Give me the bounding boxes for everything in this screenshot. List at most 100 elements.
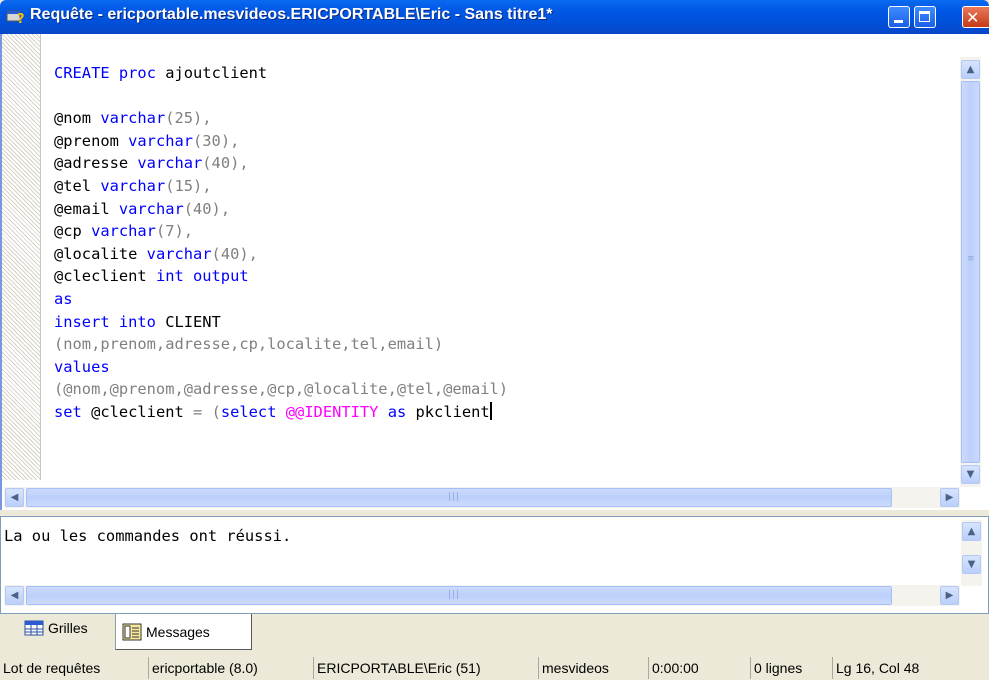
code-line: insert into CLIENT [54,313,221,331]
sql-code[interactable]: CREATE proc ajoutclient @nom varchar(25)… [54,62,508,424]
code-token: varchar [118,199,184,218]
editor-gutter [2,34,41,480]
editor-vertical-scrollbar[interactable]: ▲ ≡ ▼ [960,57,981,487]
code-line: values [54,358,110,376]
tab-grilles[interactable]: Grilles [24,616,88,640]
code-token: varchar [128,131,194,150]
status-query-batch: Lot de requêtes [3,660,101,676]
tab-messages-label: Messages [146,623,210,640]
code-line: @email varchar(40), [54,200,230,218]
status-cursor-position: Lg 16, Col 48 [832,657,989,679]
grip-icon: ≡ [967,254,976,264]
code-token: CLIENT [155,312,221,331]
code-token: @@IDENTITY [285,402,379,421]
query-editor[interactable]: CREATE proc ajoutclient @nom varchar(25)… [0,34,989,510]
code-token: @nom [54,109,101,128]
code-token: values [54,357,110,376]
code-token: set [54,402,82,421]
code-line: set @cleclient = (select @@IDENTITY as p… [54,401,492,421]
code-token: @localite [54,244,147,263]
minimize-icon [894,20,903,23]
code-line: @tel varchar(15), [54,177,212,195]
code-line: as [54,290,73,308]
code-token: @cp [54,222,92,241]
scroll-left-button[interactable]: ◀ [5,586,24,605]
code-token: @tel [54,176,101,195]
status-database: mesvideos [538,657,646,679]
code-token: (@nom,@prenom,@adresse,@cp,@localite,@te… [54,380,509,399]
code-token: (7), [155,222,194,241]
status-user: ERICPORTABLE\Eric (51) [313,657,535,679]
code-line: (nom,prenom,adresse,cp,localite,tel,emai… [54,335,443,353]
horizontal-scroll-thumb[interactable]: ||| [26,488,892,507]
scroll-right-button[interactable]: ▶ [940,488,959,507]
code-token: varchar [100,109,166,128]
chevron-right-icon: ▶ [945,492,954,503]
scroll-right-button[interactable]: ▶ [940,586,959,605]
vertical-scroll-thumb[interactable]: ≡ [961,81,980,463]
code-token: (30), [193,131,240,150]
code-token: @prenom [54,131,129,150]
scroll-left-button[interactable]: ◀ [5,488,24,507]
code-token: varchar [100,176,166,195]
code-token: select [220,402,277,421]
code-token: CREATE [54,64,110,82]
code-token: (40), [202,154,249,173]
scroll-down-button[interactable]: ▼ [961,465,980,484]
code-token: int output [155,267,249,286]
scroll-up-button[interactable]: ▲ [962,522,981,541]
scroll-down-button[interactable]: ▼ [962,555,981,574]
grip-icon: ||| [448,590,461,600]
code-token: insert into [54,312,156,331]
code-line: @cp varchar(7), [54,222,193,240]
window-title: Requête - ericportable.mesvideos.ERICPOR… [30,6,553,23]
tab-messages[interactable]: Messages [115,614,252,650]
editor-horizontal-scrollbar[interactable]: ◀ ||| ▶ [4,487,960,508]
code-token: @cleclient [81,402,194,421]
code-token: @adresse [54,154,138,173]
code-token: varchar [146,244,212,263]
chevron-up-icon: ▲ [967,526,976,537]
tab-grilles-label: Grilles [48,620,88,636]
chevron-down-icon: ▼ [967,559,976,570]
code-token: (15), [165,176,212,195]
code-token: proc [118,64,156,82]
title-bar[interactable]: ? Requête - ericportable.mesvideos.ERICP… [0,0,989,34]
scroll-up-button[interactable]: ▲ [961,60,980,79]
code-token: ( [211,402,221,421]
status-bar: Lot de requêtes ericportable (8.0) ERICP… [0,656,989,680]
close-button[interactable]: ✕ [962,6,989,28]
code-token: ajoutclient [155,64,268,82]
code-token: @cleclient [54,267,156,286]
chevron-left-icon: ◀ [10,492,19,503]
maximize-icon [919,11,930,22]
code-line: @adresse varchar(40), [54,154,249,172]
code-line: @prenom varchar(30), [54,132,239,150]
horizontal-scroll-thumb[interactable]: ||| [26,586,892,605]
status-row-count: 0 lignes [750,657,830,679]
results-horizontal-scrollbar[interactable]: ◀ ||| ▶ [4,585,960,606]
code-line: (@nom,@prenom,@adresse,@cp,@localite,@te… [54,380,508,398]
code-token: @email [54,199,119,218]
code-token: = [193,402,203,421]
minimize-button[interactable] [888,6,910,28]
code-line: @nom varchar(25), [54,109,212,127]
code-line: CREATE proc ajoutclient [54,64,267,82]
chevron-left-icon: ◀ [10,590,19,601]
maximize-button[interactable] [914,6,936,28]
code-token: (40), [211,244,258,263]
grip-icon: ||| [448,492,461,502]
code-token: (40), [183,199,231,218]
results-message: La ou les commandes ont réussi. [4,527,292,545]
status-elapsed-time: 0:00:00 [648,657,744,679]
status-server: ericportable (8.0) [148,657,310,679]
chevron-down-icon: ▼ [966,469,975,480]
svg-text:?: ? [17,12,25,25]
code-line: @localite varchar(40), [54,245,258,263]
results-vertical-scrollbar[interactable]: ▲ ▼ [961,520,982,586]
chevron-right-icon: ▶ [945,590,954,601]
